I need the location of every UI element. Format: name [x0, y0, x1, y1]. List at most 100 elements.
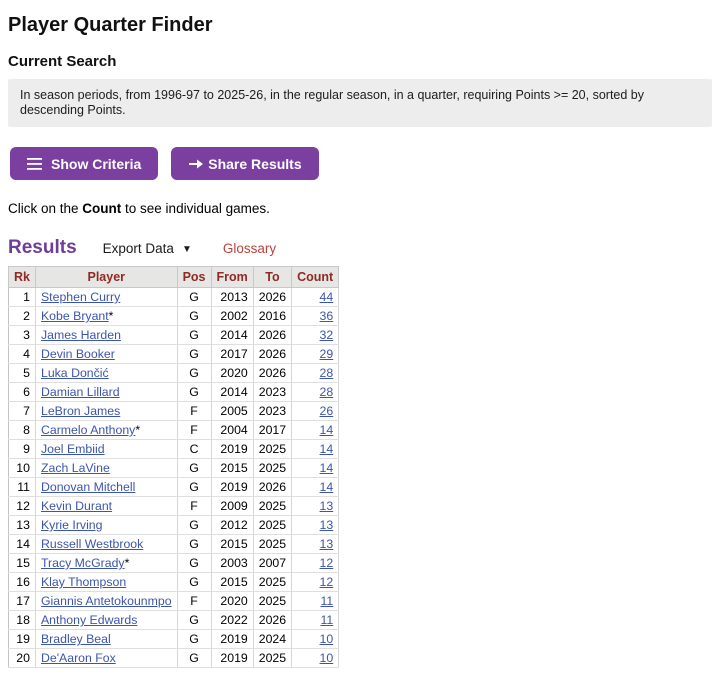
count-cell: 29 — [292, 345, 339, 364]
position-cell: G — [177, 535, 211, 554]
position-cell: C — [177, 440, 211, 459]
player-link[interactable]: Donovan Mitchell — [41, 480, 135, 494]
column-header-from[interactable]: From — [211, 267, 253, 288]
count-cell: 28 — [292, 364, 339, 383]
rank-cell: 14 — [9, 535, 36, 554]
table-row: 15Tracy McGrady*G2003200712 — [9, 554, 339, 573]
count-link[interactable]: 14 — [320, 423, 334, 437]
player-cell: Stephen Curry — [35, 288, 177, 307]
player-link[interactable]: Tracy McGrady — [41, 556, 125, 570]
show-criteria-button[interactable]: Show Criteria — [10, 147, 158, 180]
rank-cell: 10 — [9, 459, 36, 478]
player-link[interactable]: De'Aaron Fox — [41, 651, 116, 665]
from-year-cell: 2015 — [211, 573, 253, 592]
player-link[interactable]: Bradley Beal — [41, 632, 111, 646]
player-link[interactable]: Kyrie Irving — [41, 518, 103, 532]
count-link[interactable]: 13 — [320, 518, 334, 532]
count-link[interactable]: 11 — [320, 613, 333, 627]
count-link[interactable]: 28 — [320, 385, 334, 399]
count-link[interactable]: 10 — [320, 651, 334, 665]
to-year-cell: 2017 — [253, 421, 291, 440]
count-link[interactable]: 14 — [320, 461, 334, 475]
player-link[interactable]: James Harden — [41, 328, 121, 342]
to-year-cell: 2026 — [253, 478, 291, 497]
count-cell: 12 — [292, 554, 339, 573]
player-link[interactable]: Devin Booker — [41, 347, 115, 361]
from-year-cell: 2019 — [211, 440, 253, 459]
player-link[interactable]: Klay Thompson — [41, 575, 126, 589]
to-year-cell: 2025 — [253, 649, 291, 668]
page-title: Player Quarter Finder — [8, 14, 712, 37]
count-link[interactable]: 13 — [320, 499, 334, 513]
table-row: 6Damian LillardG2014202328 — [9, 383, 339, 402]
player-link[interactable]: Giannis Antetokounmpo — [41, 594, 172, 608]
count-link[interactable]: 32 — [320, 328, 334, 342]
count-link[interactable]: 26 — [320, 404, 334, 418]
count-link[interactable]: 11 — [320, 594, 333, 608]
player-cell: Anthony Edwards — [35, 611, 177, 630]
player-cell: Tracy McGrady* — [35, 554, 177, 573]
player-link[interactable]: Russell Westbrook — [41, 537, 143, 551]
player-cell: Zach LaVine — [35, 459, 177, 478]
table-row: 7LeBron JamesF2005202326 — [9, 402, 339, 421]
position-cell: G — [177, 516, 211, 535]
table-row: 5Luka DončićG2020202628 — [9, 364, 339, 383]
count-link[interactable]: 12 — [320, 575, 334, 589]
player-link[interactable]: LeBron James — [41, 404, 120, 418]
column-header-rk[interactable]: Rk — [9, 267, 36, 288]
count-cell: 14 — [292, 421, 339, 440]
to-year-cell: 2016 — [253, 307, 291, 326]
hamburger-icon — [27, 158, 42, 170]
column-header-to[interactable]: To — [253, 267, 291, 288]
position-cell: G — [177, 345, 211, 364]
player-link[interactable]: Zach LaVine — [41, 461, 110, 475]
player-link[interactable]: Stephen Curry — [41, 290, 120, 304]
player-link[interactable]: Kobe Bryant — [41, 309, 109, 323]
table-row: 1Stephen CurryG2013202644 — [9, 288, 339, 307]
player-link[interactable]: Anthony Edwards — [41, 613, 137, 627]
rank-cell: 1 — [9, 288, 36, 307]
to-year-cell: 2025 — [253, 440, 291, 459]
results-table-header: RkPlayerPosFromToCount — [9, 267, 339, 288]
column-header-count[interactable]: Count — [292, 267, 339, 288]
player-cell: Devin Booker — [35, 345, 177, 364]
glossary-link[interactable]: Glossary — [223, 241, 276, 256]
count-cell: 14 — [292, 459, 339, 478]
count-link[interactable]: 29 — [320, 347, 334, 361]
count-link[interactable]: 28 — [320, 366, 334, 380]
rank-cell: 18 — [9, 611, 36, 630]
position-cell: G — [177, 326, 211, 345]
count-hint-bold: Count — [82, 201, 121, 216]
count-link[interactable]: 44 — [320, 290, 334, 304]
player-link[interactable]: Kevin Durant — [41, 499, 112, 513]
count-link[interactable]: 13 — [320, 537, 334, 551]
from-year-cell: 2014 — [211, 383, 253, 402]
player-cell: LeBron James — [35, 402, 177, 421]
column-header-pos[interactable]: Pos — [177, 267, 211, 288]
player-link[interactable]: Carmelo Anthony — [41, 423, 135, 437]
results-table-body: 1Stephen CurryG20132026442Kobe Bryant*G2… — [9, 288, 339, 668]
export-data-label: Export Data — [103, 241, 174, 256]
player-link[interactable]: Joel Embiid — [41, 442, 105, 456]
column-header-player[interactable]: Player — [35, 267, 177, 288]
from-year-cell: 2015 — [211, 459, 253, 478]
player-link[interactable]: Damian Lillard — [41, 385, 120, 399]
count-link[interactable]: 36 — [320, 309, 334, 323]
player-link[interactable]: Luka Dončić — [41, 366, 109, 380]
player-cell: Carmelo Anthony* — [35, 421, 177, 440]
current-search-heading: Current Search — [8, 53, 712, 70]
count-cell: 14 — [292, 478, 339, 497]
to-year-cell: 2025 — [253, 592, 291, 611]
player-cell: Kyrie Irving — [35, 516, 177, 535]
table-row: 17Giannis AntetokounmpoF2020202511 — [9, 592, 339, 611]
from-year-cell: 2020 — [211, 592, 253, 611]
share-results-button[interactable]: Share Results — [171, 147, 318, 180]
count-link[interactable]: 10 — [320, 632, 334, 646]
count-link[interactable]: 14 — [320, 442, 334, 456]
count-link[interactable]: 14 — [320, 480, 334, 494]
export-data-menu[interactable]: Export Data ▼ — [103, 241, 192, 256]
position-cell: G — [177, 459, 211, 478]
table-row: 13Kyrie IrvingG2012202513 — [9, 516, 339, 535]
rank-cell: 15 — [9, 554, 36, 573]
count-link[interactable]: 12 — [320, 556, 334, 570]
